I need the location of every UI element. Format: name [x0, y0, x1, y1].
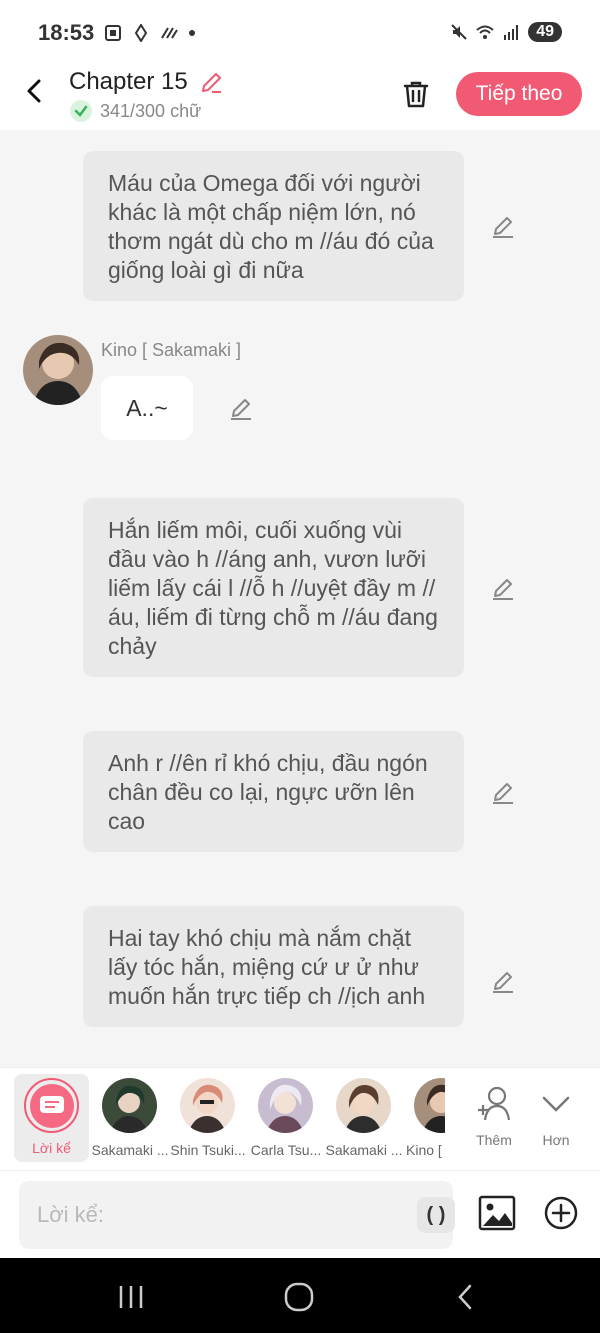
add-person-icon: [478, 1086, 511, 1121]
screenshot-icon: [105, 25, 121, 41]
mute-icon: [451, 24, 467, 40]
add-icon[interactable]: [543, 1195, 579, 1231]
app-notification-icon: [134, 24, 148, 42]
narrator-label: Lời kể: [32, 1140, 71, 1156]
status-system-icons: 49: [450, 22, 562, 42]
edit-message-icon[interactable]: [490, 214, 516, 240]
next-button[interactable]: Tiếp theo: [456, 72, 582, 116]
status-time: 18:53: [38, 20, 95, 45]
check-icon: [70, 100, 92, 122]
character-item[interactable]: Carla Tsu...: [247, 1076, 325, 1164]
character-label: Kino [: [406, 1142, 442, 1158]
home-icon[interactable]: [283, 1281, 315, 1313]
character-message-bubble[interactable]: A..~: [101, 376, 193, 440]
character-name: Kino [ Sakamaki ]: [101, 340, 242, 360]
narration-bubble[interactable]: Anh r //ên rỉ khó chịu, đầu ngón chân đề…: [83, 731, 464, 852]
chapter-title: Chapter 15: [69, 68, 188, 95]
image-icon[interactable]: [478, 1195, 516, 1231]
message-input[interactable]: [37, 1195, 397, 1235]
input-container: ( ): [19, 1181, 455, 1249]
chapter-header: Chapter 15 341/300 chữ Tiếp theo: [0, 58, 600, 130]
chat-area[interactable]: Máu của Omega đối với người khác là một …: [0, 130, 600, 1067]
wifi-icon: [476, 25, 494, 39]
trash-icon[interactable]: [400, 78, 432, 110]
character-avatar: [336, 1078, 391, 1133]
recent-apps-icon[interactable]: [116, 1284, 146, 1310]
character-avatar: [102, 1078, 157, 1133]
character-item[interactable]: Sakamaki ...: [325, 1076, 403, 1164]
battery-indicator: 49: [528, 22, 562, 42]
parentheses-button[interactable]: ( ): [417, 1197, 455, 1233]
narration-icon: [39, 1095, 64, 1113]
character-avatar: [180, 1078, 235, 1133]
edit-message-icon[interactable]: [228, 396, 254, 422]
character-label: Shin Tsuki...: [170, 1142, 246, 1158]
edit-title-icon[interactable]: [198, 70, 224, 96]
back-nav-icon[interactable]: [452, 1284, 482, 1310]
character-scroll-clip: Kino [: [403, 1068, 445, 1171]
character-avatar: [414, 1078, 445, 1133]
expand-characters-button[interactable]: Hơn: [528, 1082, 584, 1152]
narration-bubble[interactable]: Hai tay khó chịu mà nắm chặt lấy tóc hắn…: [83, 906, 464, 1027]
character-avatar[interactable]: [23, 335, 93, 405]
character-label: Carla Tsu...: [250, 1142, 322, 1158]
character-avatar: [258, 1078, 313, 1133]
character-item[interactable]: Kino [: [403, 1076, 445, 1164]
narrator-avatar: [24, 1078, 79, 1133]
add-character-button[interactable]: Thêm: [466, 1082, 522, 1152]
edit-message-icon[interactable]: [490, 576, 516, 602]
character-label: Sakamaki ...: [325, 1142, 403, 1158]
edit-message-icon[interactable]: [490, 780, 516, 806]
sync-icon: [161, 27, 178, 39]
character-item[interactable]: Shin Tsuki...: [169, 1076, 247, 1164]
status-notification-icons: [104, 24, 196, 42]
dot-icon: [189, 30, 195, 36]
signal-icon: [504, 25, 519, 40]
back-button[interactable]: [20, 76, 50, 106]
word-count: 341/300 chữ: [100, 101, 202, 121]
add-character-label: Thêm: [476, 1132, 512, 1148]
system-navigation-bar: [0, 1258, 600, 1333]
character-item[interactable]: Sakamaki ...: [91, 1076, 169, 1164]
narration-bubble[interactable]: Máu của Omega đối với người khác là một …: [83, 151, 464, 301]
expand-characters-label: Hơn: [542, 1132, 570, 1148]
character-label: Sakamaki ...: [91, 1142, 169, 1158]
character-selector-bar: Lời kể Sakamaki ... Shin Tsuki... Carla …: [0, 1067, 600, 1170]
narration-bubble[interactable]: Hắn liếm môi, cuối xuống vùi đầu vào h /…: [83, 498, 464, 677]
edit-message-icon[interactable]: [490, 969, 516, 995]
chevron-down-icon: [542, 1096, 570, 1112]
narrator-tab[interactable]: Lời kể: [14, 1074, 89, 1162]
message-input-bar: ( ): [0, 1170, 600, 1258]
